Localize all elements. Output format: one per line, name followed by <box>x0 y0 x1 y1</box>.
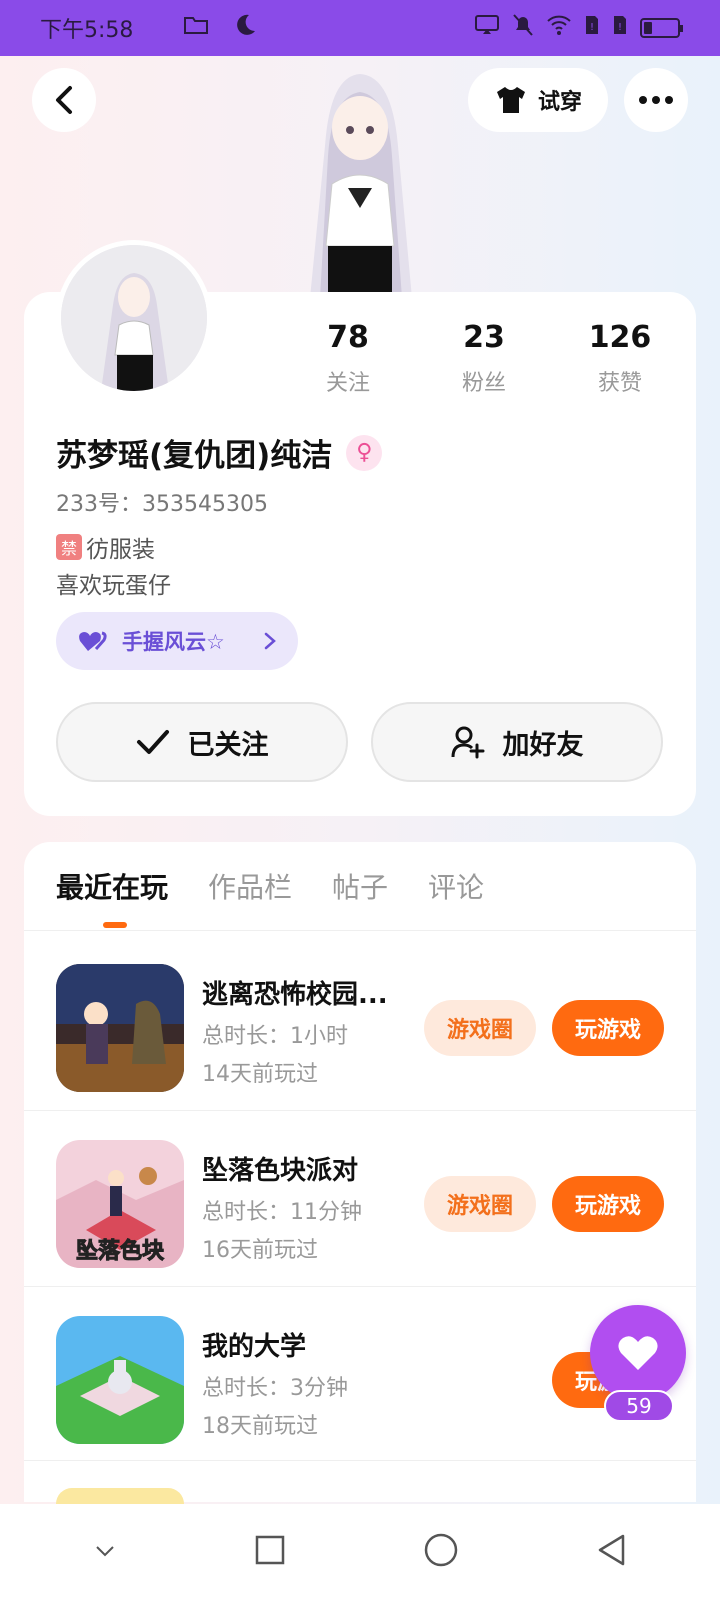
game-circle-button[interactable]: 游戏圈 <box>424 1176 536 1232</box>
sim2-icon: ! <box>612 14 628 42</box>
stat-following[interactable]: 78 关注 <box>288 320 408 397</box>
tshirt-icon <box>496 87 525 113</box>
stat-likes[interactable]: 126 获赞 <box>560 320 680 397</box>
play-game-button[interactable]: 玩游戏 <box>552 1176 664 1232</box>
svg-text:!: ! <box>618 22 622 33</box>
chevron-left-icon <box>56 86 72 114</box>
play-game-button[interactable]: 玩游戏 <box>552 1000 664 1056</box>
check-icon <box>136 730 169 754</box>
bio-line-1: 禁 彷服装 <box>56 530 155 564</box>
game-duration: 总时长：11分钟 <box>202 1200 362 1225</box>
game-icon-label: 坠落色块 <box>76 1238 165 1263</box>
game-row[interactable]: 坠落色块 坠落色块派对 总时长：11分钟 16天前玩过 游戏圈 玩游戏 <box>24 1108 696 1284</box>
followed-button[interactable]: 已关注 <box>56 702 348 782</box>
heart-pair-icon <box>79 631 107 651</box>
nav-home-icon[interactable] <box>424 1533 458 1571</box>
nav-back-icon[interactable] <box>597 1533 627 1571</box>
tab-posts[interactable]: 帖子 <box>332 866 388 906</box>
try-on-button[interactable]: 试穿 <box>468 68 608 132</box>
wifi-icon <box>546 14 572 42</box>
tab-recent-play[interactable]: 最近在玩 <box>56 866 168 906</box>
svg-text:!: ! <box>590 22 594 33</box>
game-title: 坠落色块派对 <box>202 1156 359 1186</box>
stat-likes-count: 126 <box>588 320 652 355</box>
status-time: 下午5:58 <box>40 18 134 43</box>
stat-fans[interactable]: 23 粉丝 <box>424 320 544 397</box>
tab-works[interactable]: 作品栏 <box>208 866 292 906</box>
stat-following-count: 78 <box>327 320 369 355</box>
game-circle-button[interactable]: 游戏圈 <box>424 1000 536 1056</box>
guild-chip[interactable]: 手握风云☆ <box>56 612 298 670</box>
tabs-divider <box>24 930 696 931</box>
content-tabs: 最近在玩 作品栏 帖子 评论 <box>56 866 484 906</box>
stat-likes-label: 获赞 <box>597 371 642 396</box>
chevron-right-icon <box>264 632 276 650</box>
row-divider <box>24 1460 696 1461</box>
character-illustration <box>310 74 412 298</box>
more-dots-icon <box>639 96 673 104</box>
add-user-icon <box>451 726 484 759</box>
sim1-icon: ! <box>584 14 600 42</box>
bio-line-1-text: 彷服装 <box>86 537 155 563</box>
like-fab-button[interactable] <box>590 1305 686 1401</box>
user-id: 233号：353545305 <box>56 492 268 517</box>
game-row[interactable]: 逃离恐怖校园... 总时长：1小时 14天前玩过 游戏圈 玩游戏 <box>24 932 696 1108</box>
game-duration: 总时长：1小时 <box>202 1024 348 1049</box>
game-last-played: 18天前玩过 <box>202 1414 318 1439</box>
like-count-badge: 59 <box>604 1390 674 1422</box>
add-friend-label: 加好友 <box>502 729 584 761</box>
game-title: 我的大学 <box>202 1332 307 1362</box>
heart-icon <box>618 1336 658 1370</box>
game-icon-partial <box>56 1488 184 1504</box>
folder-icon <box>183 14 209 42</box>
ban-tag-icon: 禁 <box>56 534 82 560</box>
game-last-played: 14天前玩过 <box>202 1062 318 1087</box>
add-friend-button[interactable]: 加好友 <box>371 702 663 782</box>
game-icon-my-university <box>56 1316 184 1444</box>
mute-bell-icon <box>512 13 534 43</box>
followed-label: 已关注 <box>187 729 269 761</box>
game-last-played: 16天前玩过 <box>202 1238 318 1263</box>
game-duration: 总时长：3分钟 <box>202 1376 348 1401</box>
back-button[interactable] <box>32 68 96 132</box>
stat-fans-count: 23 <box>463 320 505 355</box>
status-bar: 下午5:58 ! ! <box>0 0 720 56</box>
guild-name: 手握风云☆ <box>122 630 225 654</box>
bio-line-2: 喜欢玩蛋仔 <box>56 573 171 599</box>
game-icon-escape-school <box>56 964 184 1092</box>
tab-comments[interactable]: 评论 <box>428 866 484 906</box>
game-icon-falling-blocks: 坠落色块 <box>56 1140 184 1268</box>
nav-recents-icon[interactable] <box>255 1535 285 1569</box>
game-title: 逃离恐怖校园... <box>202 980 388 1010</box>
avatar[interactable] <box>56 240 212 396</box>
female-icon: ♀ <box>346 434 383 471</box>
tab-active-indicator <box>103 922 127 928</box>
stat-fans-label: 粉丝 <box>461 371 506 396</box>
more-options-button[interactable] <box>624 68 688 132</box>
cast-icon <box>474 14 500 42</box>
stat-following-label: 关注 <box>325 371 370 396</box>
username: 苏梦瑶(复仇团)纯洁 ♀ <box>56 430 383 475</box>
try-on-label: 试穿 <box>537 90 582 115</box>
moon-icon <box>233 13 257 43</box>
system-nav-bar <box>0 1504 720 1600</box>
username-text: 苏梦瑶(复仇团)纯洁 <box>56 438 333 474</box>
nav-collapse-icon[interactable] <box>94 1543 116 1562</box>
battery-icon <box>640 18 683 38</box>
